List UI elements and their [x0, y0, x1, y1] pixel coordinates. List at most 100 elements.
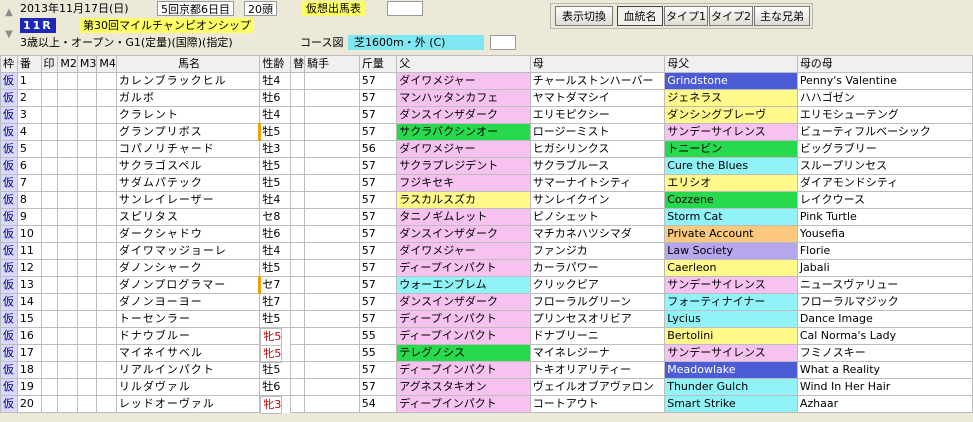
horse-name[interactable]: トーセンラー	[115, 310, 261, 328]
m3-cell[interactable]	[76, 378, 98, 396]
horse-name[interactable]: ダノンシャーク	[115, 259, 261, 277]
m3-cell[interactable]	[76, 327, 98, 345]
m2-cell[interactable]	[57, 208, 78, 226]
toggle-view-button[interactable]: 表示切換	[555, 6, 613, 26]
m4-cell[interactable]	[96, 72, 117, 90]
m3-cell[interactable]	[76, 106, 98, 124]
mark-cell[interactable]	[40, 174, 59, 192]
table-row[interactable]: 仮 17 マイネイサベル 牝5 55 テレグノシス マイネレジーナ サンデーサイレンス フミノス…	[0, 344, 973, 363]
table-row[interactable]: 仮 14 ダノンヨーヨー 牡7 57 ダンスインザダーク フローラルグリーン フォーティナイナ…	[0, 293, 973, 311]
table-row[interactable]: 仮 9 スピリタス セ8 57 タニノギムレット ピノシェット Storm Cat Pink T…	[0, 208, 973, 226]
m4-cell[interactable]	[96, 140, 117, 158]
horse-name[interactable]: ダークシャドウ	[115, 225, 261, 243]
horse-name[interactable]: サダムパテック	[115, 174, 261, 192]
m2-cell[interactable]	[57, 123, 78, 141]
horse-name[interactable]: グランプリボス	[115, 123, 261, 141]
mark-cell[interactable]	[40, 72, 59, 90]
horse-name[interactable]: リルダヴァル	[115, 378, 261, 396]
table-row[interactable]: 仮 5 コパノリチャード 牡3 56 ダイワメジャー ヒガシリンクス トニービン ビッグラブリー	[0, 140, 973, 158]
m4-cell[interactable]	[96, 293, 117, 311]
tab-siblings[interactable]: 主な兄弟	[754, 6, 810, 26]
waku-cell[interactable]: 仮	[0, 191, 18, 209]
col-damdam[interactable]: 母の母	[796, 55, 973, 73]
m4-cell[interactable]	[96, 242, 117, 260]
m2-cell[interactable]	[57, 140, 78, 158]
mark-cell[interactable]	[40, 191, 59, 209]
m4-cell[interactable]	[96, 106, 117, 124]
waku-cell[interactable]: 仮	[0, 259, 18, 277]
horse-name[interactable]: クラレント	[115, 106, 261, 124]
col-sexage[interactable]: 性齢	[259, 55, 292, 73]
m4-cell[interactable]	[96, 327, 117, 345]
prev-race-arrow-icon[interactable]: ▲	[2, 2, 16, 24]
mark-cell[interactable]	[40, 123, 59, 141]
m3-cell[interactable]	[76, 174, 98, 192]
table-row[interactable]: 仮 7 サダムパテック 牡5 57 フジキセキ サマーナイトシティ エリシオ ダイアモンドシティ	[0, 174, 973, 192]
m3-cell[interactable]	[76, 344, 98, 362]
m4-cell[interactable]	[96, 378, 117, 396]
m2-cell[interactable]	[57, 242, 78, 260]
meeting-field[interactable]: 5回京都6日目	[157, 1, 234, 16]
horse-name[interactable]: ドナウブルー	[115, 327, 261, 345]
mark-cell[interactable]	[40, 106, 59, 124]
m4-cell[interactable]	[96, 191, 117, 209]
waku-cell[interactable]: 仮	[0, 123, 18, 141]
table-row[interactable]: 仮 15 トーセンラー 牡5 57 ディープインパクト プリンセスオリビア Lycius Dan…	[0, 310, 973, 328]
waku-cell[interactable]: 仮	[0, 361, 18, 379]
m2-cell[interactable]	[57, 89, 78, 107]
waku-cell[interactable]: 仮	[0, 378, 18, 396]
m2-cell[interactable]	[57, 106, 78, 124]
table-row[interactable]: 仮 8 サンレイレーザー 牡4 57 ラスカルスズカ サンレイクイン Cozzene レイクウー…	[0, 191, 973, 209]
m4-cell[interactable]	[96, 174, 117, 192]
waku-cell[interactable]: 仮	[0, 310, 18, 328]
waku-cell[interactable]: 仮	[0, 106, 18, 124]
m2-cell[interactable]	[57, 174, 78, 192]
waku-cell[interactable]: 仮	[0, 225, 18, 243]
table-row[interactable]: 仮 2 ガルボ 牡6 57 マンハッタンカフェ ヤマトダマシイ ジェネラス ハハゴゼン	[0, 89, 973, 107]
col-bms[interactable]: 母父	[664, 55, 798, 73]
m4-cell[interactable]	[96, 310, 117, 328]
mark-cell[interactable]	[40, 259, 59, 277]
table-row[interactable]: 仮 20 レッドオーヴァル 牝3 54 ディープインパクト コートアウト Smart Stri…	[0, 395, 973, 414]
m2-cell[interactable]	[57, 327, 78, 345]
m2-cell[interactable]	[57, 225, 78, 243]
waku-cell[interactable]: 仮	[0, 72, 18, 90]
mark-cell[interactable]	[40, 89, 59, 107]
table-row[interactable]: 仮 16 ドナウブルー 牝5 55 ディープインパクト ドナブリーニ Bertolini Cal…	[0, 327, 973, 346]
waku-cell[interactable]: 仮	[0, 242, 18, 260]
m4-cell[interactable]	[96, 344, 117, 362]
m3-cell[interactable]	[76, 208, 98, 226]
table-row[interactable]: 仮 6 サクラゴスペル 牡5 57 サクラプレジデント サクラブルース Cure the Bl…	[0, 157, 973, 175]
table-row[interactable]: 仮 4 グランプリボス 牡5 57 サクラバクシンオー ロージーミスト サンデーサイレンス ビュ…	[0, 123, 973, 141]
m2-cell[interactable]	[57, 259, 78, 277]
mark-cell[interactable]	[40, 208, 59, 226]
waku-cell[interactable]: 仮	[0, 395, 18, 413]
waku-cell[interactable]: 仮	[0, 140, 18, 158]
col-dam[interactable]: 母	[529, 55, 666, 73]
m4-cell[interactable]	[96, 361, 117, 379]
m3-cell[interactable]	[76, 276, 98, 294]
m2-cell[interactable]	[57, 72, 78, 90]
m2-cell[interactable]	[57, 378, 78, 396]
horse-name[interactable]: ダイワマッジョーレ	[115, 242, 261, 260]
blank-field-1[interactable]	[387, 1, 423, 16]
blank-field-2[interactable]	[490, 35, 516, 50]
tab-type1[interactable]: タイプ1	[664, 6, 708, 26]
col-jockey[interactable]: 騎手	[304, 55, 360, 73]
horse-name[interactable]: サンレイレーザー	[115, 191, 261, 209]
m3-cell[interactable]	[76, 395, 98, 413]
m4-cell[interactable]	[96, 157, 117, 175]
mark-cell[interactable]	[40, 344, 59, 362]
mark-cell[interactable]	[40, 157, 59, 175]
col-waku[interactable]: 枠	[0, 55, 18, 73]
col-name[interactable]: 馬名	[115, 55, 261, 73]
waku-cell[interactable]: 仮	[0, 276, 18, 294]
col-mark[interactable]: 印	[40, 55, 59, 73]
m3-cell[interactable]	[76, 191, 98, 209]
table-row[interactable]: 仮 13 ダノンプログラマー セ7 57 ウォーエンブレム クリックピア サンデーサイレンスニ…	[0, 276, 973, 294]
horse-name[interactable]: コパノリチャード	[115, 140, 261, 158]
m3-cell[interactable]	[76, 225, 98, 243]
table-row[interactable]: 仮 3 クラレント 牡4 57 ダンスインザダーク エリモピクシー ダンシングブレーヴ エリモシ…	[0, 106, 973, 124]
m2-cell[interactable]	[57, 191, 78, 209]
col-weight[interactable]: 斤量	[358, 55, 398, 73]
